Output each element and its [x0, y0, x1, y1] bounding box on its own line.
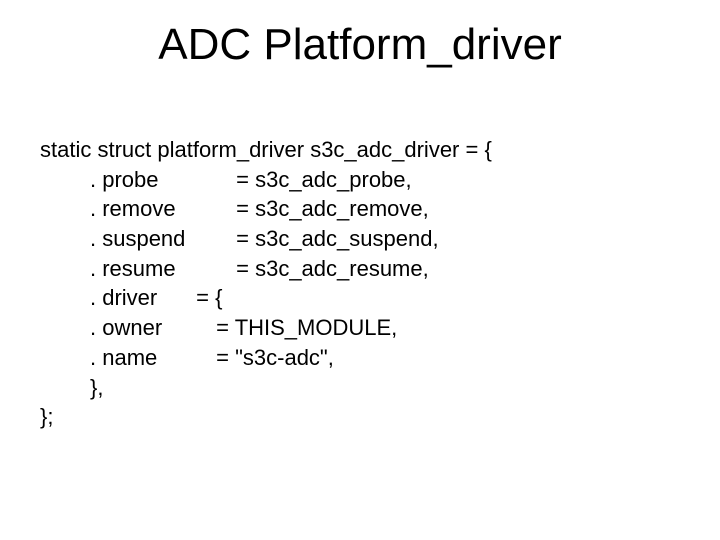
value-remove: = s3c_adc_remove,: [206, 194, 429, 224]
code-line-close-inner: },: [40, 373, 492, 403]
value-suspend: = s3c_adc_suspend,: [206, 224, 438, 254]
code-line-resume: . resume = s3c_adc_resume,: [40, 254, 492, 284]
code-block: static struct platform_driver s3c_adc_dr…: [40, 135, 492, 432]
value-owner: = THIS_MODULE,: [196, 313, 397, 343]
value-probe: = s3c_adc_probe,: [206, 165, 412, 195]
field-resume: . resume: [90, 254, 200, 284]
code-line-decl: static struct platform_driver s3c_adc_dr…: [40, 135, 492, 165]
slide-title: ADC Platform_driver: [0, 20, 720, 70]
value-resume: = s3c_adc_resume,: [206, 254, 429, 284]
value-driver: = {: [196, 283, 222, 313]
field-remove: . remove: [90, 194, 200, 224]
value-name: = "s3c-adc",: [196, 343, 334, 373]
code-line-driver: . driver = {: [40, 283, 492, 313]
field-name: . name: [90, 343, 190, 373]
field-suspend: . suspend: [90, 224, 200, 254]
code-line-probe: . probe = s3c_adc_probe,: [40, 165, 492, 195]
field-owner: . owner: [90, 313, 190, 343]
slide: ADC Platform_driver static struct platfo…: [0, 0, 720, 540]
code-line-close-outer: };: [40, 402, 492, 432]
code-line-remove: . remove = s3c_adc_remove,: [40, 194, 492, 224]
field-probe: . probe: [90, 165, 200, 195]
code-line-owner: . owner = THIS_MODULE,: [40, 313, 492, 343]
code-line-name: . name = "s3c-adc",: [40, 343, 492, 373]
field-driver: . driver: [90, 283, 190, 313]
code-line-suspend: . suspend = s3c_adc_suspend,: [40, 224, 492, 254]
